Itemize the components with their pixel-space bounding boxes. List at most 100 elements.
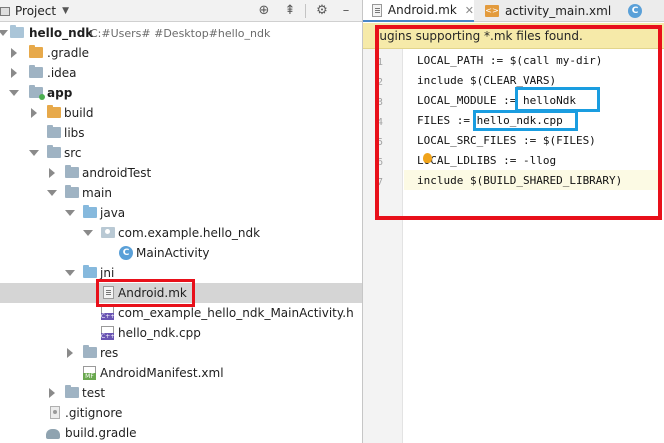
expand-arrow-icon[interactable] (11, 68, 17, 78)
folder-icon (29, 65, 43, 78)
tree-row-root[interactable]: hello_ndk C:#Users# #Desktop#hello_ndk (0, 23, 362, 43)
code-line: LOCAL_PATH := $(call my-dir) (417, 54, 603, 67)
tree-label: .gitignore (65, 406, 123, 420)
project-panel: Project ▼ ⊕ ⇞ ⚙ – hello_ndk C:#Users# #D… (0, 0, 362, 443)
tree-label: .gradle (47, 46, 90, 60)
tree-row-androidtest[interactable]: androidTest (0, 163, 362, 183)
tree-label: MainActivity (136, 246, 210, 260)
project-view-icon (0, 6, 10, 16)
folder-icon (47, 125, 61, 138)
tree-label: hello_ndk.cpp (118, 326, 201, 340)
tab-android-mk[interactable]: Android.mk ✕ (363, 0, 474, 22)
expand-arrow-icon[interactable] (31, 108, 37, 118)
project-toolbar: Project ▼ ⊕ ⇞ ⚙ – (0, 0, 362, 22)
lightbulb-icon[interactable] (423, 153, 432, 163)
tab-mainactivity[interactable]: C (625, 0, 664, 22)
source-folder-icon (83, 205, 97, 218)
collapse-icon[interactable]: ⇞ (281, 2, 299, 20)
tree-row-gradle[interactable]: .gradle (0, 43, 362, 63)
line-number: 1 (376, 57, 383, 68)
package-icon (101, 227, 115, 238)
line-number: 5 (376, 137, 383, 148)
folder-icon (47, 145, 61, 158)
module-folder-icon (29, 85, 45, 100)
tree-row-build[interactable]: build (0, 103, 362, 123)
tree-row-cpp[interactable]: C++ hello_ndk.cpp (0, 323, 362, 343)
tree-row-mainactivity[interactable]: C MainActivity (0, 243, 362, 263)
tree-label: .idea (47, 66, 77, 80)
tree-label: test (82, 386, 106, 400)
tree-label: androidTest (82, 166, 152, 180)
close-icon[interactable]: ✕ (465, 4, 474, 17)
resource-folder-icon (83, 345, 97, 358)
tree-row-libs[interactable]: libs (0, 123, 362, 143)
tree-label: Android.mk (118, 286, 187, 300)
expand-arrow-icon[interactable] (65, 210, 75, 216)
tree-label: AndroidManifest.xml (100, 366, 224, 380)
tree-label: build.gradle (65, 426, 137, 440)
tab-label: activity_main.xml (505, 4, 612, 18)
tree-row-manifest[interactable]: MF AndroidManifest.xml (0, 363, 362, 383)
line-number: 6 (376, 157, 383, 168)
tree-label: hello_ndk (29, 26, 94, 40)
folder-icon (65, 385, 79, 398)
line-number: 2 (376, 77, 383, 88)
tree-row-android-mk[interactable]: Android.mk (0, 283, 362, 303)
gear-icon[interactable]: ⚙ (313, 2, 331, 20)
tree-row-package[interactable]: com.example.hello_ndk (0, 223, 362, 243)
text-file-icon (372, 3, 382, 17)
folder-icon (65, 165, 79, 178)
tree-label: build (64, 106, 94, 120)
tree-label: com.example.hello_ndk (118, 226, 261, 240)
folder-icon (65, 185, 79, 198)
tree-row-src[interactable]: src (0, 143, 362, 163)
tree-row-main[interactable]: main (0, 183, 362, 203)
expand-arrow-icon[interactable] (83, 230, 93, 236)
expand-arrow-icon[interactable] (9, 90, 19, 96)
code-line: include $(BUILD_SHARED_LIBRARY) (417, 174, 623, 187)
project-title: Project (15, 4, 57, 18)
tree-label: java (100, 206, 126, 220)
expand-arrow-icon[interactable] (29, 150, 39, 156)
code-line: FILES := hello_ndk.cpp (417, 114, 563, 127)
project-view-selector[interactable]: Project ▼ (0, 0, 69, 22)
text-file-icon (103, 286, 114, 299)
source-folder-icon (83, 265, 97, 278)
tab-activity-main[interactable]: <> activity_main.xml (478, 0, 618, 22)
cpp-header-icon: C++ (101, 306, 115, 320)
tree-row-test[interactable]: test (0, 383, 362, 403)
expand-arrow-icon[interactable] (49, 388, 55, 398)
folder-icon (29, 45, 43, 58)
tree-row-java[interactable]: java (0, 203, 362, 223)
expand-arrow-icon[interactable] (0, 30, 8, 36)
expand-arrow-icon[interactable] (67, 348, 73, 358)
editor: Android.mk ✕ <> activity_main.xml C lugi… (363, 0, 664, 443)
tree-label: src (64, 146, 82, 160)
tree-row-jni[interactable]: jni (0, 263, 362, 283)
line-number: 4 (376, 117, 383, 128)
tree-label: com_example_hello_ndk_MainActivity.h (118, 306, 354, 320)
editor-tabs: Android.mk ✕ <> activity_main.xml C (363, 0, 664, 22)
expand-arrow-icon[interactable] (11, 48, 17, 58)
folder-icon (47, 105, 61, 118)
tree-row-idea[interactable]: .idea (0, 63, 362, 83)
toolbar-divider (305, 4, 306, 18)
tree-row-app[interactable]: app (0, 83, 362, 103)
hide-icon[interactable]: – (337, 2, 355, 20)
expand-arrow-icon[interactable] (47, 190, 57, 196)
tree-label: res (100, 346, 119, 360)
line-number: 3 (376, 97, 383, 108)
expand-arrow-icon[interactable] (49, 168, 55, 178)
target-icon[interactable]: ⊕ (255, 2, 273, 20)
code-line: LOCAL_LDLIBS := -llog (417, 154, 557, 167)
gitignore-file-icon (50, 406, 60, 419)
line-number-gutter: 1 2 3 4 5 6 7 (363, 49, 403, 443)
tree-row-gitignore[interactable]: .gitignore (0, 403, 362, 423)
tree-row-header[interactable]: C++ com_example_hello_ndk_MainActivity.h (0, 303, 362, 323)
expand-arrow-icon[interactable] (65, 270, 75, 276)
banner-text: lugins supporting *.mk files found. (376, 29, 583, 43)
folder-icon (10, 25, 24, 38)
gradle-icon (46, 429, 60, 439)
tree-row-build-gradle[interactable]: build.gradle (0, 423, 362, 443)
tree-row-res[interactable]: res (0, 343, 362, 363)
